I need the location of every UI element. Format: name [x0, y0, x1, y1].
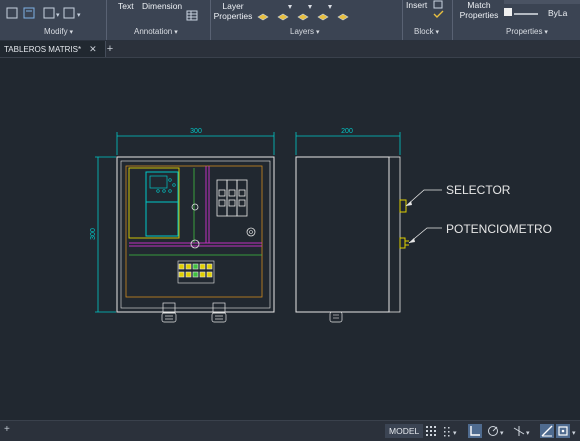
- front-view: 300 300: [90, 128, 275, 323]
- status-bar: + MODEL ▾ ▾ ▾ ▾: [0, 420, 580, 441]
- properties-dropdowns[interactable]: [502, 0, 580, 24]
- block-group-label[interactable]: Block: [414, 27, 439, 36]
- match-properties-label-2: Properties: [459, 10, 499, 20]
- layout-add-icon[interactable]: +: [4, 424, 10, 435]
- object-snap-icon[interactable]: [556, 424, 570, 438]
- text-button[interactable]: Text: [118, 1, 134, 11]
- svg-text:▾: ▾: [572, 430, 576, 437]
- svg-text:▾: ▾: [500, 430, 504, 437]
- new-tab-button[interactable]: +: [104, 41, 116, 57]
- match-properties-label-1: Match: [467, 0, 491, 10]
- object-snap-tracking-icon[interactable]: [540, 424, 554, 438]
- isodraft-icon[interactable]: ▾: [512, 424, 534, 438]
- potenciometro-callout: POTENCIOMETRO: [446, 222, 552, 236]
- match-properties-button[interactable]: Match Properties: [458, 0, 500, 20]
- side-view: 200 SELECTOR POTENCIOMETRO: [295, 128, 552, 323]
- dimension-button[interactable]: Dimension: [142, 1, 182, 11]
- drawing-tab[interactable]: TABLEROS MATRIS* ✕: [0, 41, 106, 57]
- layer-tool-icons[interactable]: [256, 2, 356, 24]
- ribbon-separator: [452, 0, 453, 40]
- svg-text:▾: ▾: [526, 430, 530, 437]
- insert-button[interactable]: Insert: [406, 0, 427, 10]
- ribbon: ▾ ▾ Modify Text Dimension Annotation Lay…: [0, 0, 580, 41]
- drawing-tab-label: TABLEROS MATRIS*: [4, 45, 82, 54]
- side-width-dimension: 200: [341, 128, 353, 135]
- table-icon[interactable]: [186, 10, 198, 22]
- model-space-button[interactable]: MODEL: [385, 424, 424, 438]
- layer-properties-button[interactable]: Layer Properties: [213, 1, 253, 21]
- snap-mode-icon[interactable]: ▾: [442, 424, 462, 438]
- layer-properties-label-2: Properties: [213, 11, 253, 21]
- svg-text:▾: ▾: [56, 12, 60, 19]
- close-tab-icon[interactable]: ✕: [89, 44, 97, 54]
- ribbon-separator: [402, 0, 403, 40]
- svg-text:▾: ▾: [77, 12, 81, 19]
- document-tab-bar: TABLEROS MATRIS* ✕ +: [0, 41, 580, 58]
- block-tool-icons[interactable]: [432, 0, 446, 24]
- ortho-mode-icon[interactable]: [468, 424, 482, 438]
- ribbon-separator: [210, 0, 211, 40]
- front-height-dimension: 300: [90, 228, 97, 240]
- lineweight-bylayer[interactable]: ByLa: [548, 8, 567, 18]
- selector-callout: SELECTOR: [446, 183, 511, 197]
- front-width-dimension: 300: [190, 128, 202, 135]
- properties-group-label[interactable]: Properties: [506, 27, 548, 36]
- ribbon-separator: [106, 0, 107, 40]
- layers-group-label[interactable]: Layers: [290, 27, 319, 36]
- polar-tracking-icon[interactable]: ▾: [486, 424, 508, 438]
- grid-icon[interactable]: [424, 424, 438, 438]
- layer-properties-label-1: Layer: [222, 1, 244, 11]
- annotation-group-label[interactable]: Annotation: [134, 27, 178, 36]
- modify-group-label[interactable]: Modify: [44, 27, 73, 36]
- modify-tool-icons[interactable]: ▾ ▾: [6, 6, 86, 22]
- osnap-dropdown-icon[interactable]: ▾: [571, 424, 580, 438]
- drawing-canvas[interactable]: 300 300 200 SELECTOR POTENCIOMETRO: [0, 58, 580, 420]
- svg-text:▾: ▾: [453, 430, 457, 437]
